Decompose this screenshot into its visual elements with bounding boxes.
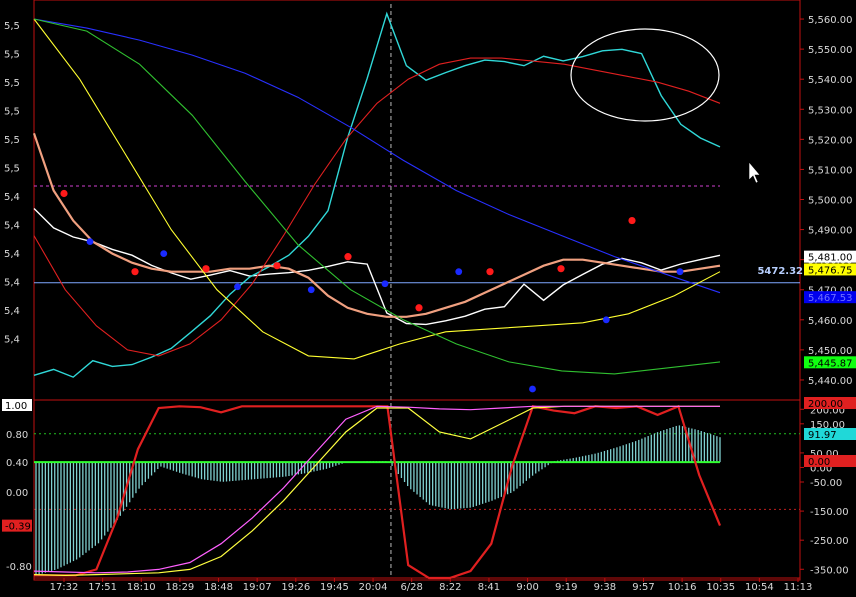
price-axis-tick-label: 5,560.00 (808, 15, 853, 26)
oscillator-yellow-line (33, 405, 720, 577)
price-axis-tick-label: 5,540.00 (808, 75, 853, 86)
pivot-high-dot (273, 262, 281, 270)
price-panel-frame (33, 0, 801, 401)
oscillator-left-tag-label: 1.00 (5, 401, 27, 412)
pivot-low-dot (676, 268, 684, 276)
price-axis-tick-label: 5,490.00 (808, 226, 853, 237)
left-axis-label: 5,5 (4, 21, 20, 32)
pivot-high-dot (202, 265, 210, 273)
chart-canvas[interactable]: 5,440.005,450.005,460.005,470.005,480.00… (0, 0, 856, 597)
pivot-low-dot (455, 268, 463, 276)
left-axis-label: 5,4 (4, 278, 20, 289)
price-axis-tick-label: 5,510.00 (808, 165, 853, 176)
price-series-green (33, 18, 721, 375)
price-axis-tick-label: 5,530.00 (808, 105, 853, 116)
highlight-ellipse (570, 28, 720, 122)
price-axis-tick-label: 5,520.00 (808, 135, 853, 146)
left-axis-label: 5,4 (4, 192, 20, 203)
pivot-high-dot (131, 268, 139, 276)
oscillator-right-tick-label: -350.00 (810, 565, 849, 576)
time-axis-tick-label: 10:35 (706, 582, 735, 593)
oscillator-right-tick-label: -150.00 (810, 507, 849, 518)
time-axis-tick-label: 17:51 (88, 582, 117, 593)
value-tag-label: 5,481.00 (808, 253, 853, 264)
time-axis-tick-label: 19:26 (281, 582, 310, 593)
mouse-cursor-icon (748, 161, 761, 184)
oscillator-red-line (34, 404, 722, 580)
left-axis-label: 5,4 (4, 221, 20, 232)
left-axis-label: 5,5 (4, 78, 20, 89)
trading-chart-window: 5,440.005,450.005,460.005,470.005,480.00… (0, 0, 856, 597)
price-axis-tick-label: 5,500.00 (808, 196, 853, 207)
time-axis-tick-label: 6/28 (400, 582, 422, 593)
time-axis-tick-label: 9:57 (632, 582, 654, 593)
oscillator-right-tag-label: 91.97 (808, 430, 837, 441)
pivot-low-dot (234, 283, 241, 291)
oscillator-right-tag-label: 200.00 (808, 399, 843, 410)
price-axis-tick-label: 5,550.00 (808, 45, 853, 56)
price-axis-tick-label: 5,460.00 (808, 316, 853, 327)
time-axis-tick-label: 18:10 (127, 582, 156, 593)
left-axis-label: 5,5 (4, 50, 20, 61)
pivot-high-dot (344, 253, 352, 261)
left-axis-label: 5,5 (4, 135, 20, 146)
oscillator-left-tick-label: 0.80 (6, 430, 28, 441)
price-series-cyan (33, 11, 721, 378)
oscillator-right-tick-label: -50.00 (810, 478, 842, 489)
time-axis-tick-label: 20:04 (359, 582, 388, 593)
pivot-low-dot (529, 385, 536, 393)
price-series-blue (33, 18, 721, 294)
oscillator-left-tick-label: 0.00 (6, 488, 28, 499)
time-axis-tick-label: 18:29 (165, 582, 194, 593)
value-tag-label: 5,476.75 (808, 265, 853, 276)
pivot-high-dot (628, 216, 636, 225)
time-axis-tick-label: 19:45 (320, 582, 349, 593)
pivot-low-dot (307, 286, 315, 294)
time-axis-tick-label: 8:22 (439, 582, 461, 593)
pivot-low-dot (160, 250, 168, 258)
left-axis-label: 5,4 (4, 335, 20, 346)
price-axis-tick-label: 5,450.00 (808, 346, 853, 357)
time-axis-tick-label: 18:48 (204, 582, 233, 593)
time-axis-tick-label: 10:16 (668, 582, 697, 593)
time-axis-tick-label: 17:32 (50, 582, 79, 593)
price-series-red (33, 57, 721, 357)
left-axis-label: 5,4 (4, 249, 20, 260)
pivot-low-dot (381, 280, 389, 288)
price-series-yellow (33, 18, 721, 360)
time-axis-tick-label: 8:41 (478, 582, 500, 593)
value-tag-label: 5,445.87 (808, 358, 853, 369)
oscillator-right-tick-label: -250.00 (810, 536, 849, 547)
oscillator-left-tick-label: -0.80 (6, 562, 32, 573)
time-axis-tick-label: 19:07 (243, 582, 272, 593)
time-axis-tick-label: 9:38 (594, 582, 616, 593)
left-axis-label: 5,5 (4, 164, 20, 175)
pivot-high-dot (486, 268, 494, 276)
pivot-high-dot (415, 304, 423, 312)
left-axis-label: 5,5 (4, 107, 20, 118)
time-axis-tick-label: 10:54 (745, 582, 774, 593)
price-series-white (33, 208, 721, 326)
time-axis-tick-label: 9:00 (516, 582, 538, 593)
time-axis-tick-label: 9:19 (555, 582, 577, 593)
value-tag-label: 5,467.53 (808, 293, 853, 304)
oscillator-magenta-line (33, 405, 720, 574)
last-price-label: 5472.32 (757, 266, 803, 277)
pivot-low-dot (86, 238, 94, 246)
oscillator-left-tick-label: 0.40 (6, 458, 28, 469)
pivot-high-dot (557, 265, 565, 273)
pivot-low-dot (602, 316, 610, 324)
left-axis-label: 5,4 (4, 306, 20, 317)
time-axis-tick-label: 11:13 (784, 582, 813, 593)
oscillator-left-tag-label: -0.39 (5, 522, 31, 533)
pivot-high-dot (60, 189, 68, 198)
oscillator-right-tag-label: 0.00 (808, 457, 830, 468)
price-axis-tick-label: 5,440.00 (808, 376, 853, 387)
